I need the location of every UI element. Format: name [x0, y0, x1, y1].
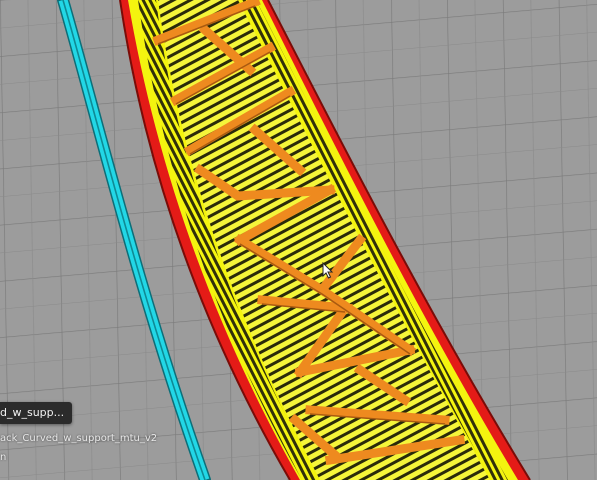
3d-scene[interactable] — [0, 0, 597, 480]
mouse-pointer-icon — [322, 262, 334, 279]
object-name-tooltip: d_w_supp... — [0, 402, 73, 424]
job-name-label: ack_Curved_w_support_mtu_v2 — [0, 433, 158, 444]
layer-view-viewport[interactable]: d_w_supp... ack_Curved_w_support_mtu_v2 … — [0, 0, 597, 480]
job-dimensions-label: n — [0, 452, 7, 463]
